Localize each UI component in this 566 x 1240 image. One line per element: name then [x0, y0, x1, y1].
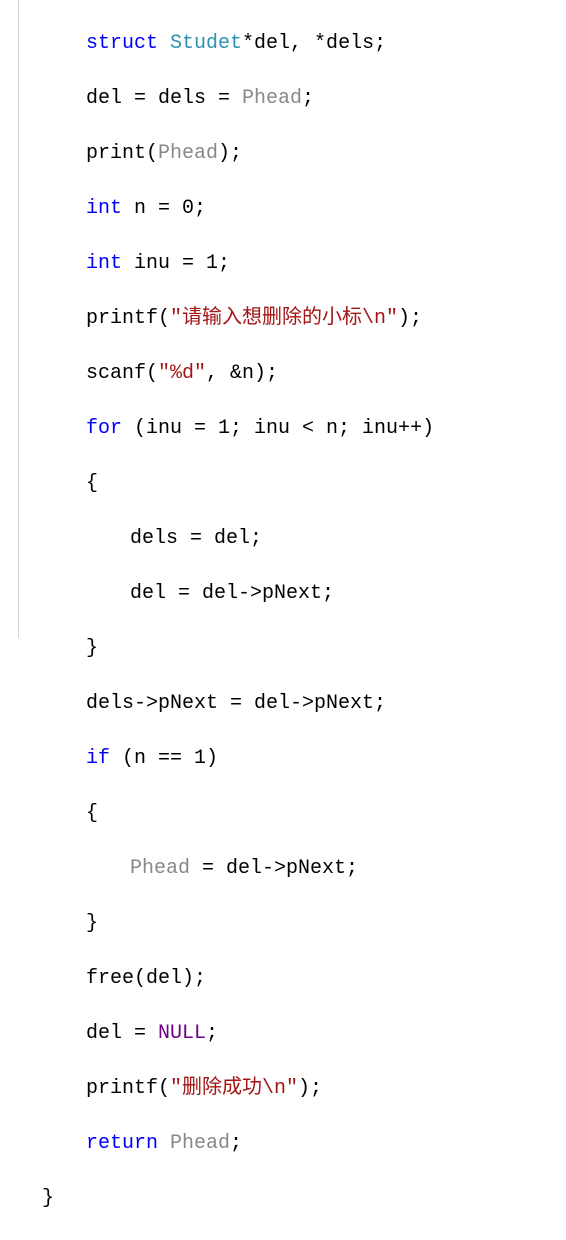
code-text: dels->pNext = del->pNext; — [86, 692, 386, 715]
code-line: dels->pNext = del->pNext; — [0, 690, 566, 718]
code-line: } — [0, 635, 566, 663]
code-text: dels = del; — [130, 527, 262, 550]
code-text: *del, *dels; — [242, 32, 386, 55]
code-text: del = — [86, 1022, 158, 1045]
brace-open: { — [86, 802, 98, 825]
identifier-phead: Phead — [242, 87, 302, 110]
code-line: int n = 0; — [0, 195, 566, 223]
code-line: Phead = del->pNext; — [0, 855, 566, 883]
code-text: , &n); — [206, 362, 278, 385]
code-text: ; — [302, 87, 314, 110]
code-line: del = NULL; — [0, 1020, 566, 1048]
type-name: Studet — [170, 32, 242, 55]
code-text: (inu = 1; inu < n; inu++) — [122, 417, 434, 440]
keyword-for: for — [86, 417, 122, 440]
code-text: free(del); — [86, 967, 206, 990]
keyword-int: int — [86, 252, 122, 275]
code-line: { — [0, 800, 566, 828]
keyword-struct: struct — [86, 32, 158, 55]
code-line: } — [0, 1185, 566, 1213]
string-literal: "请输入想删除的小标\n" — [170, 307, 398, 330]
keyword-if: if — [86, 747, 110, 770]
code-text: printf( — [86, 1077, 170, 1100]
code-text: ; — [206, 1022, 218, 1045]
string-literal: "%d" — [158, 362, 206, 385]
string-literal: "删除成功\n" — [170, 1077, 298, 1100]
brace-close: } — [42, 1187, 54, 1210]
code-text: ); — [218, 142, 242, 165]
keyword-return: return — [86, 1132, 158, 1155]
code-text: del = dels = — [86, 87, 242, 110]
keyword-int: int — [86, 197, 122, 220]
code-line: int inu = 1; — [0, 250, 566, 278]
code-text: del = del->pNext; — [130, 582, 334, 605]
brace-open: { — [86, 472, 98, 495]
identifier-phead: Phead — [158, 1132, 230, 1155]
identifier-phead: Phead — [130, 857, 190, 880]
code-text: print( — [86, 142, 158, 165]
code-text: ); — [398, 307, 422, 330]
code-text: = del->pNext; — [190, 857, 358, 880]
code-block: struct Studet*del, *dels; del = dels = P… — [0, 0, 566, 638]
code-line: dels = del; — [0, 525, 566, 553]
code-line: printf("删除成功\n"); — [0, 1075, 566, 1103]
code-text: (n == 1) — [110, 747, 218, 770]
code-text: printf( — [86, 307, 170, 330]
macro-null: NULL — [158, 1022, 206, 1045]
code-line: if (n == 1) — [0, 745, 566, 773]
code-text: ; — [230, 1132, 242, 1155]
code-line: } — [0, 910, 566, 938]
brace-close: } — [86, 637, 98, 660]
code-line: for (inu = 1; inu < n; inu++) — [0, 415, 566, 443]
identifier-phead: Phead — [158, 142, 218, 165]
code-text: inu = 1; — [122, 252, 230, 275]
code-line: free(del); — [0, 965, 566, 993]
code-line: del = del->pNext; — [0, 580, 566, 608]
code-text: scanf( — [86, 362, 158, 385]
code-line: scanf("%d", &n); — [0, 360, 566, 388]
code-line: print(Phead); — [0, 140, 566, 168]
code-line: struct Studet*del, *dels; — [0, 30, 566, 58]
code-line: return Phead; — [0, 1130, 566, 1158]
brace-close: } — [86, 912, 98, 935]
code-line: printf("请输入想删除的小标\n"); — [0, 305, 566, 333]
code-line: del = dels = Phead; — [0, 85, 566, 113]
code-text: ); — [298, 1077, 322, 1100]
code-text: n = 0; — [122, 197, 206, 220]
code-line: { — [0, 470, 566, 498]
